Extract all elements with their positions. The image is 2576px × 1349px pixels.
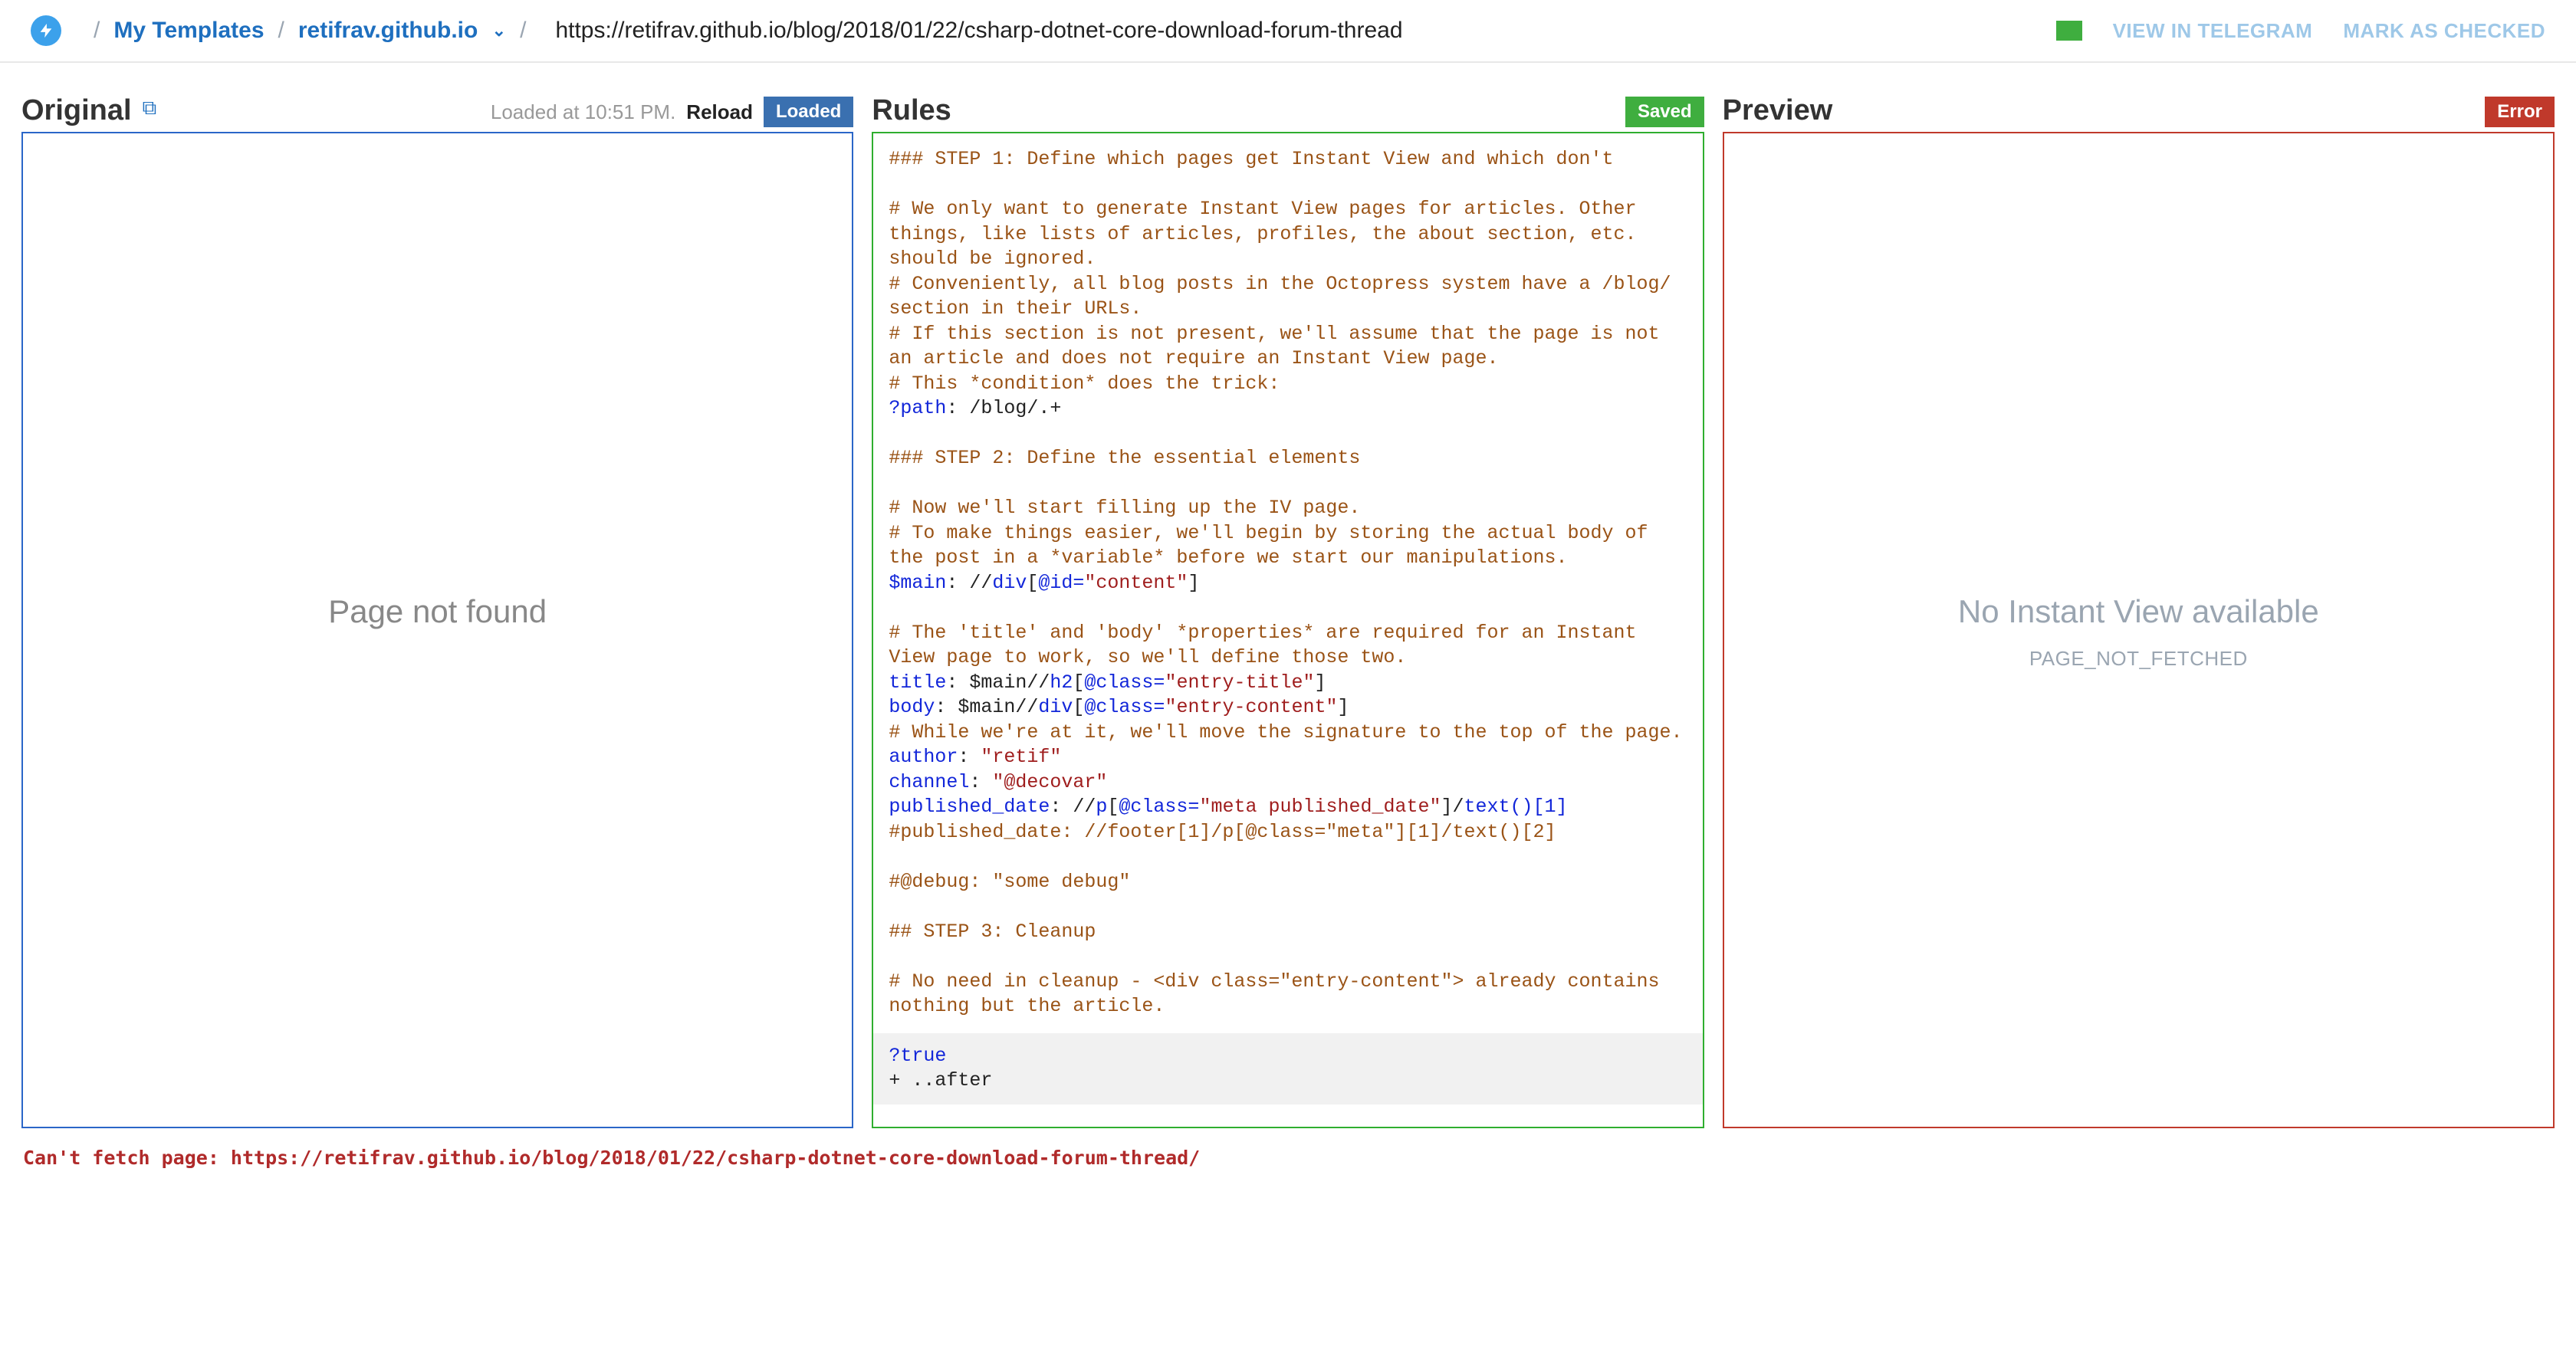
no-iv-message: No Instant View available PAGE_NOT_FETCH… <box>1724 133 2553 1127</box>
rules-head: Rules Saved <box>872 78 1704 127</box>
status-indicator-icon <box>2056 21 2082 41</box>
domain-label: retifrav.github.io <box>298 18 478 43</box>
reload-button[interactable]: Reload <box>686 100 753 124</box>
rules-body[interactable]: ### STEP 1: Define which pages get Insta… <box>872 132 1704 1128</box>
mark-as-checked-button[interactable]: MARK AS CHECKED <box>2343 19 2545 43</box>
saved-badge: Saved <box>1625 97 1704 127</box>
original-panel: Original ⧉ Loaded at 10:51 PM. Reload Lo… <box>21 78 853 1128</box>
error-badge: Error <box>2485 97 2555 127</box>
original-body: Page not found <box>21 132 853 1128</box>
external-link-icon[interactable]: ⧉ <box>143 96 157 120</box>
crumb-sep: / <box>94 18 100 44</box>
preview-body: No Instant View available PAGE_NOT_FETCH… <box>1723 132 2555 1128</box>
page-not-found-message: Page not found <box>23 133 852 1127</box>
rules-title: Rules <box>872 94 951 127</box>
crumb-sep: / <box>520 18 526 44</box>
my-templates-link[interactable]: My Templates <box>113 18 264 44</box>
chevron-down-icon: ⌄ <box>492 21 506 41</box>
preview-panel: Preview Error No Instant View available … <box>1723 78 2555 1128</box>
domain-link[interactable]: retifrav.github.io ⌄ <box>298 18 506 44</box>
page-not-fetched-code: PAGE_NOT_FETCHED <box>2029 647 2248 671</box>
rules-extras[interactable]: ?true + ..after <box>873 1033 1702 1104</box>
preview-head: Preview Error <box>1723 78 2555 127</box>
rules-code-editor[interactable]: ### STEP 1: Define which pages get Insta… <box>873 133 1702 1033</box>
crumb-sep: / <box>278 18 284 44</box>
loaded-at-text: Loaded at 10:51 PM. <box>491 100 675 124</box>
preview-title: Preview <box>1723 94 1833 127</box>
header-actions: VIEW IN TELEGRAM MARK AS CHECKED <box>2056 19 2545 43</box>
loaded-badge: Loaded <box>764 97 853 127</box>
bolt-icon[interactable] <box>31 15 61 46</box>
header-bar: / My Templates / retifrav.github.io ⌄ / … <box>0 0 2576 63</box>
main-panels: Original ⧉ Loaded at 10:51 PM. Reload Lo… <box>0 63 2576 1136</box>
view-in-telegram-button[interactable]: VIEW IN TELEGRAM <box>2113 19 2313 43</box>
url-input[interactable] <box>555 18 2040 44</box>
rules-panel: Rules Saved ### STEP 1: Define which pag… <box>872 78 1704 1128</box>
original-title: Original <box>21 94 132 127</box>
original-head: Original ⧉ Loaded at 10:51 PM. Reload Lo… <box>21 78 853 127</box>
footer-error-message: Can't fetch page: https://retifrav.githu… <box>0 1136 2576 1200</box>
